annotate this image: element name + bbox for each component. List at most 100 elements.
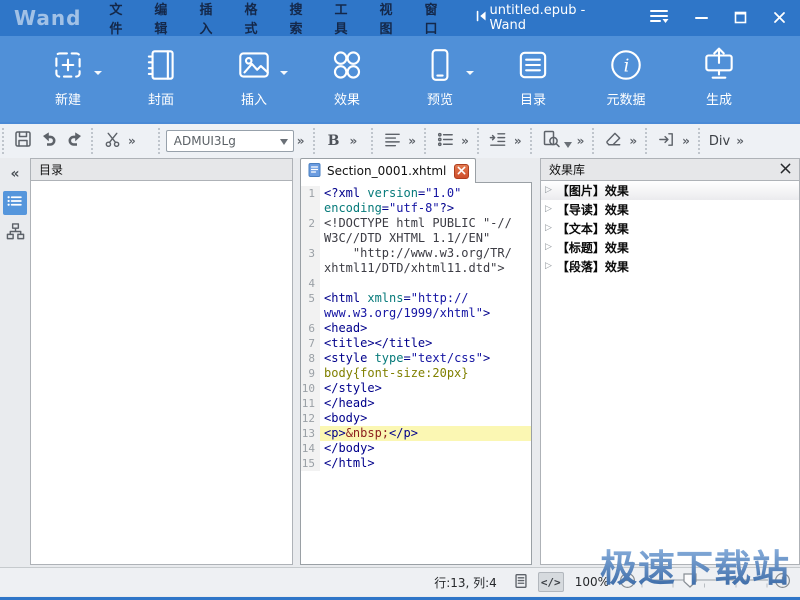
toolbar-button-label: 效果 <box>334 89 360 108</box>
div-button[interactable]: Div <box>706 129 733 153</box>
expander-icon[interactable]: ▷ <box>545 224 552 233</box>
main-area: « 目录 Section_0001.xhtml 1<?xml version="… <box>0 158 800 567</box>
toc-panel-title: 目录 <box>39 161 63 178</box>
expander-icon[interactable]: ▷ <box>545 243 552 252</box>
overflow-chevron[interactable]: » <box>461 134 469 148</box>
code-line: W3C//DTD XHTML 1.1//EN" <box>301 231 531 246</box>
metadata-icon: i <box>606 45 646 85</box>
toc-panel-body[interactable] <box>30 181 293 565</box>
effects-group-2[interactable]: ▷【文本】效果 <box>541 219 799 238</box>
menu-item-view[interactable]: 视图 <box>370 0 415 37</box>
close-button[interactable] <box>773 9 786 28</box>
toolbar-button-new-document[interactable]: 新建 <box>24 45 112 108</box>
bullet-list-button[interactable] <box>432 129 458 153</box>
redo-button[interactable] <box>62 129 88 153</box>
effects-panel-close-button[interactable] <box>780 163 791 177</box>
collapse-toolbar-button[interactable] <box>474 8 490 28</box>
toolbar-button-generate[interactable]: 生成 <box>675 45 763 108</box>
effects-group-label: 【图片】效果 <box>557 182 629 199</box>
minimize-button[interactable] <box>695 9 708 28</box>
overflow-chevron[interactable]: » <box>577 134 585 148</box>
tab-close-button[interactable] <box>454 164 469 179</box>
overflow-chevron[interactable]: » <box>514 134 522 148</box>
zoom-slider[interactable] <box>640 572 770 593</box>
effects-group-4[interactable]: ▷【段落】效果 <box>541 257 799 276</box>
splitter-left[interactable] <box>293 158 300 567</box>
caret-down-icon[interactable] <box>564 133 572 152</box>
code-view-button[interactable]: </> <box>538 572 564 592</box>
toolbar-button-cover[interactable]: 封面 <box>117 45 205 108</box>
find-replace-button[interactable] <box>538 129 564 153</box>
line-number: 11 <box>301 396 320 411</box>
maximize-icon <box>734 9 747 28</box>
toolbar-button-preview-phone[interactable]: 预览 <box>396 45 484 108</box>
dropdown-caret-icon[interactable] <box>94 71 102 79</box>
zoom-out-button[interactable] <box>619 572 636 592</box>
effects-group-3[interactable]: ▷【标题】效果 <box>541 238 799 257</box>
dropdown-caret-icon[interactable] <box>280 71 288 79</box>
editor-tab-bar: Section_0001.xhtml <box>300 158 532 183</box>
insert-tag-button[interactable] <box>653 129 679 153</box>
div-label: Div <box>706 134 733 149</box>
toc-view-button[interactable] <box>3 191 27 215</box>
caret-down-icon <box>280 134 288 148</box>
overflow-chevron[interactable]: » <box>350 134 358 148</box>
expander-icon[interactable]: ▷ <box>545 262 552 271</box>
toolbar-button-toc[interactable]: 目录 <box>489 45 577 108</box>
toolbar-button-effects[interactable]: 效果 <box>303 45 391 108</box>
indent-button[interactable] <box>485 129 511 153</box>
line-content: <style type="text/css"> <box>320 351 531 366</box>
toolbar-button-label: 元数据 <box>606 89 645 108</box>
font-family-value: ADMUI3Lg <box>174 134 236 148</box>
menu-item-file[interactable]: 文件 <box>99 0 144 37</box>
collapse-panel-button[interactable]: « <box>10 163 19 185</box>
code-line: 10</style> <box>301 381 531 396</box>
toolbar-button-label: 预览 <box>427 89 453 108</box>
font-family-select[interactable]: ADMUI3Lg <box>166 130 294 152</box>
effects-group-0[interactable]: ▷ 【图片】效果 <box>541 181 799 200</box>
line-content: </body> <box>320 441 531 456</box>
menu-item-insert[interactable]: 插入 <box>189 0 234 37</box>
overflow-chevron[interactable]: » <box>128 134 136 148</box>
menu-item-window[interactable]: 窗口 <box>415 0 460 37</box>
save-button[interactable] <box>10 129 36 153</box>
zoom-in-button[interactable] <box>774 572 791 592</box>
zoom-level-label: 100% <box>575 575 609 589</box>
overflow-chevron[interactable]: » <box>629 134 637 148</box>
toolbar-button-insert-image[interactable]: 插入 <box>210 45 298 108</box>
menu-item-tools[interactable]: 工具 <box>324 0 369 37</box>
maximize-button[interactable] <box>734 9 747 28</box>
editor-tab[interactable]: Section_0001.xhtml <box>300 158 476 183</box>
eraser-button[interactable] <box>600 129 626 153</box>
code-line: 12<body> <box>301 411 531 426</box>
code-editor[interactable]: 1<?xml version="1.0"encoding="utf-8"?>2<… <box>300 182 532 565</box>
hamburger-menu-button[interactable] <box>649 8 669 28</box>
overflow-chevron[interactable]: » <box>297 134 305 148</box>
undo-button[interactable] <box>36 129 62 153</box>
dropdown-caret-icon[interactable] <box>466 71 474 79</box>
splitter-right[interactable] <box>532 158 540 567</box>
menu-item-search[interactable]: 搜索 <box>279 0 324 37</box>
line-number: 3 <box>301 246 320 261</box>
toolbar-button-metadata[interactable]: i 元数据 <box>582 45 670 108</box>
bold-button[interactable]: B <box>321 129 347 153</box>
line-content: <head> <box>320 321 531 336</box>
menu-item-edit[interactable]: 编辑 <box>144 0 189 37</box>
menu-item-format[interactable]: 格式 <box>234 0 279 37</box>
cut-button[interactable] <box>99 129 125 153</box>
effects-group-1[interactable]: ▷【导读】效果 <box>541 200 799 219</box>
structure-view-button[interactable] <box>3 221 27 245</box>
align-left-button[interactable] <box>379 129 405 153</box>
line-content <box>320 276 531 291</box>
close-icon <box>773 9 786 28</box>
line-number: 6 <box>301 321 320 336</box>
expander-icon[interactable]: ▷ <box>545 186 552 195</box>
overflow-chevron[interactable]: » <box>408 134 416 148</box>
book-view-button[interactable] <box>509 572 533 592</box>
line-number <box>301 261 320 276</box>
line-number: 7 <box>301 336 320 351</box>
overflow-chevron[interactable]: » <box>736 134 744 148</box>
status-bar: 行:13, 列:4 </> 100% <box>0 567 800 596</box>
expander-icon[interactable]: ▷ <box>545 205 552 214</box>
overflow-chevron[interactable]: » <box>682 134 690 148</box>
